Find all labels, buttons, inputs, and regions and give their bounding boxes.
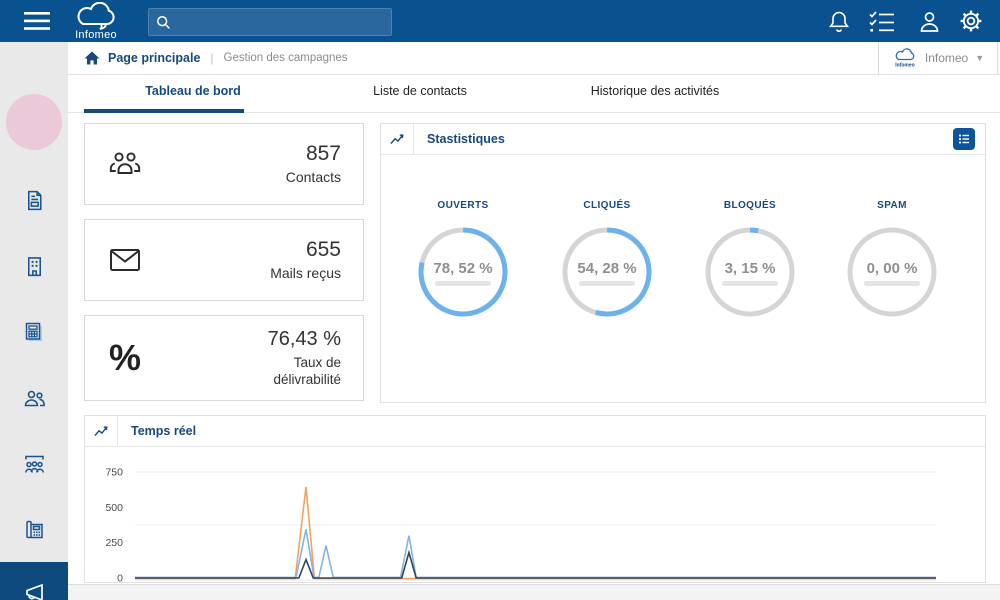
gauge-bloques-bar [722,281,778,286]
building-icon [22,254,47,279]
statistics-list-button[interactable] [953,128,975,150]
contacts-count: 857 [305,142,341,165]
breadcrumb-section: Gestion des campagnes [223,52,348,64]
svg-text:500: 500 [105,502,123,514]
deliverability-label-line2: délivrabilité [273,372,341,387]
svg-text:250: 250 [105,537,123,549]
gauge-spam: SPAM 0, 00 % [821,200,963,320]
statistics-panel-title: Stastistiques [427,132,505,146]
settings-button[interactable] [956,7,986,35]
statistics-panel: Stastistiques OUVERTS 78, 52 % CLIQUÉS 5… [380,123,986,403]
gauge-cliques-label: CLIQUÉS [583,200,631,211]
tab-liste-de-contacts[interactable]: Liste de contacts [373,84,467,98]
list-icon [957,132,971,146]
checklist-icon [867,9,897,35]
chart-line-icon [85,416,118,446]
tab-tableau-de-bord[interactable]: Tableau de bord [145,84,241,98]
app-window: Infomeo Page principale | Gestion des ca… [0,0,1000,600]
mini-cloud-logo-icon: Infomeo [892,47,918,69]
sidebar [0,42,68,600]
svg-text:750: 750 [105,467,123,479]
infomeo-logo[interactable]: Infomeo [68,2,124,42]
gauge-bloques-value: 3, 15 % [724,260,776,277]
sidebar-item-documents[interactable] [14,180,54,220]
sidebar-item-groups[interactable] [14,444,54,484]
sidebar-item-contacts[interactable] [14,378,54,418]
search-icon [156,15,171,30]
fax-icon [21,516,48,543]
logo-text: Infomeo [75,29,117,41]
account-name: Infomeo [924,51,969,65]
breadcrumb-separator: | [210,51,214,65]
megaphone-icon [18,579,50,600]
calculator-icon [21,319,48,346]
cloud-logo-icon [68,2,124,30]
gear-icon [958,8,984,34]
chart-series-series-blue [135,529,936,579]
svg-text:Infomeo: Infomeo [895,63,914,69]
top-navbar: Infomeo [0,0,1000,42]
deliverability-label-line1: Taux de [293,355,341,370]
svg-text:0: 0 [117,573,123,584]
realtime-panel: Temps réel 0 250 500 750 [84,415,986,583]
contacts-icon [85,149,165,179]
percent-icon: % [108,337,141,378]
gauge-bloques-label: BLOQUÉS [723,200,777,211]
tab-historique-des-activites[interactable]: Historique des activités [591,84,720,98]
gauge-cliques-value: 54, 28 % [577,260,637,277]
search-input[interactable] [178,14,382,30]
deliverability-value: 76,43 % [267,328,341,350]
gauge-cliques: CLIQUÉS 54, 28 % [536,200,678,320]
avatar[interactable] [6,94,62,150]
gauge-ouverts-value: 78, 52 % [433,260,493,277]
account-dropdown[interactable]: Infomeo Infomeo ▼ [878,42,998,74]
gauge-ouverts-bar [435,281,491,286]
gauge-spam-value: 0, 00 % [866,260,918,277]
hamburger-icon [23,10,51,32]
mails-label: Mails reçus [270,265,341,281]
notifications-button[interactable] [824,8,854,36]
mails-count: 655 [305,238,341,261]
chart-series-series-dark [135,549,936,579]
stat-card-deliverability: % 76,43 % Taux de délivrabilité [84,315,364,401]
bell-icon [827,9,851,35]
stat-card-contacts: 857 Contacts [84,123,364,205]
gauge-bloques: BLOQUÉS 3, 15 % [679,200,821,320]
search-bar [148,8,392,36]
group-icon [21,451,48,478]
tasks-button[interactable] [864,8,900,36]
user-icon [917,9,942,35]
sidebar-item-company[interactable] [14,246,54,286]
mail-icon [85,247,165,273]
sidebar-item-campaigns-active[interactable] [0,562,68,600]
hamburger-menu-button[interactable] [22,9,52,33]
stat-card-mails: 655 Mails reçus [84,219,364,301]
gauge-spam-bar [864,281,920,286]
chart-line-icon [381,124,414,154]
gauge-spam-label: SPAM [877,200,907,211]
gauge-cliques-bar [579,281,635,286]
statistics-panel-header: Stastistiques [381,124,985,155]
realtime-chart: 0 250 500 750 [105,467,936,584]
chevron-down-icon: ▼ [975,53,985,63]
active-tab-underline [84,109,244,113]
realtime-panel-title: Temps réel [131,424,197,438]
contacts-label: Contacts [285,169,341,185]
sidebar-item-fax[interactable] [14,509,54,549]
users-icon [21,385,48,412]
realtime-panel-header: Temps réel [85,416,985,447]
gauge-ouverts: OUVERTS 78, 52 % [392,200,534,320]
gauge-ouverts-label: OUVERTS [437,200,489,211]
chart-series-series-orange [135,486,936,580]
page-bottom-strip [68,584,1000,600]
sidebar-item-calculator[interactable] [14,312,54,352]
user-account-button[interactable] [914,8,944,36]
document-icon [22,188,47,213]
home-icon[interactable] [84,51,100,65]
breadcrumb-home-link[interactable]: Page principale [108,51,200,65]
breadcrumb: Page principale | Gestion des campagnes … [68,42,1000,75]
